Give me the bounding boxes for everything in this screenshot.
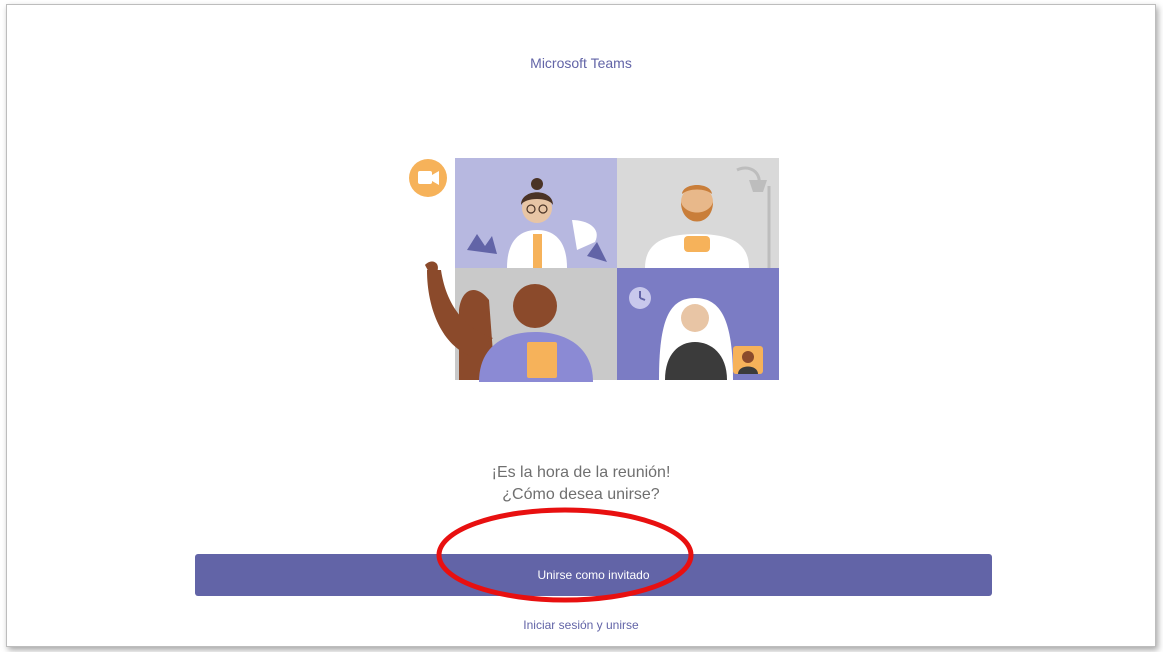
app-title: Microsoft Teams (530, 55, 632, 71)
join-as-guest-button[interactable]: Unirse como invitado (195, 554, 992, 596)
prompt-question: ¿Cómo desea unirse? (502, 486, 660, 503)
video-camera-icon (409, 159, 447, 197)
meeting-illustration (409, 158, 779, 382)
prompt-heading: ¡Es la hora de la reunión! (491, 464, 671, 481)
sign-in-and-join-link[interactable]: Iniciar sesión y unirse (7, 618, 1155, 632)
clock-icon (629, 287, 651, 309)
meeting-prompt: ¡Es la hora de la reunión! ¿Cómo desea u… (7, 462, 1155, 506)
meeting-join-window: Microsoft Teams ¡Es la hora de la reunió… (6, 4, 1156, 647)
